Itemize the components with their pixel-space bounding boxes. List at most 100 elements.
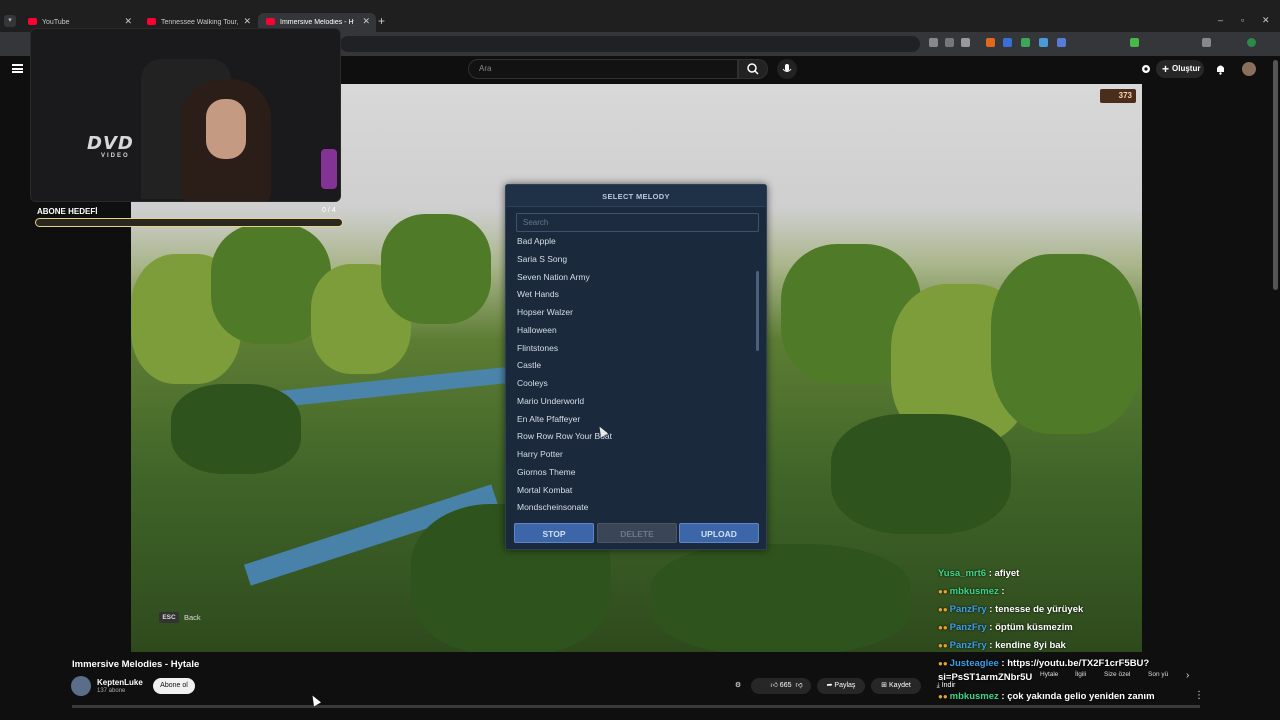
melody-item[interactable]: Mario Underworld	[517, 393, 757, 411]
new-tab-icon[interactable]: +	[378, 14, 385, 28]
close-icon[interactable]: ✕	[362, 16, 370, 27]
melody-item[interactable]: Castle	[517, 357, 757, 375]
chat-text: : https://youtu.be/TX2F1crF5BU?	[998, 658, 1150, 669]
melody-item[interactable]: Bad Apple	[517, 233, 757, 251]
gear-icon[interactable]: ⚙	[730, 678, 746, 694]
thumbs-down-icon: 👎︎	[795, 682, 803, 689]
right-rail-tab-related[interactable]: İlgili	[1075, 671, 1086, 678]
subscribe-button[interactable]: Abone ol	[153, 678, 195, 694]
right-rail-tab-recent[interactable]: Son yü	[1148, 671, 1168, 678]
chevron-right-icon[interactable]: ›	[1186, 670, 1189, 681]
channel-avatar[interactable]	[71, 676, 91, 696]
chat-badge-icon: ●●	[938, 659, 948, 668]
hamburger-menu-icon[interactable]	[12, 64, 23, 73]
search-button[interactable]	[738, 59, 768, 79]
chat-text: : afiyet	[986, 568, 1020, 579]
melody-item[interactable]: Cooleys	[517, 375, 757, 393]
close-window-icon[interactable]: ✕	[1262, 15, 1270, 26]
melody-item[interactable]: Wet Hands	[517, 286, 757, 304]
tab-label: Tennessee Walking Tour, USA ...	[161, 19, 239, 26]
account-avatar[interactable]	[1242, 62, 1256, 76]
chat-message: ●● PanzFry : kendine 8yi bak	[938, 640, 1066, 651]
page-scrollbar[interactable]	[1273, 60, 1278, 290]
dvd-logo: DVD	[87, 133, 134, 154]
extension-icon[interactable]	[929, 38, 938, 47]
melody-item[interactable]: Flintstones	[517, 340, 757, 358]
extension-icon[interactable]	[1003, 38, 1012, 47]
right-rail-tab-hytale[interactable]: Hytale	[1040, 671, 1058, 678]
profile-icon[interactable]	[1247, 38, 1256, 47]
chat-badge-icon: ●●	[938, 623, 948, 632]
bookmark-star-icon[interactable]	[961, 38, 970, 47]
melody-item[interactable]: Saria S Song	[517, 251, 757, 269]
melody-item[interactable]: Row Row Row Your Boat	[517, 428, 757, 446]
right-rail-tab-for-you[interactable]: Size özel	[1104, 671, 1130, 678]
tree	[381, 214, 491, 324]
minimize-icon[interactable]: –	[1218, 15, 1223, 25]
save-label: Kaydet	[889, 682, 911, 689]
chat-message: ●● PanzFry : tenesse de yürüyek	[938, 604, 1083, 615]
notifications-bell-icon[interactable]	[1215, 63, 1226, 75]
settings-gear-icon[interactable]	[1140, 63, 1152, 75]
share-button[interactable]: ➦ Paylaş	[817, 678, 865, 694]
melody-list-scrollbar[interactable]	[756, 271, 759, 351]
chat-username: Yusa_mrt6	[938, 568, 987, 579]
url-field[interactable]	[340, 36, 920, 52]
extension-icon[interactable]	[1130, 38, 1139, 47]
close-icon[interactable]: ✕	[124, 16, 132, 27]
tree	[991, 254, 1141, 434]
melody-item[interactable]: En Alte Pfaffeyer	[517, 411, 757, 429]
close-icon[interactable]: ✕	[243, 16, 251, 27]
chat-text: : öptüm küsmezim	[986, 622, 1073, 633]
tab-search-icon[interactable]: ▾	[4, 15, 16, 27]
streamer-face	[206, 99, 246, 159]
extension-icon[interactable]	[986, 38, 995, 47]
chat-message: Yusa_mrt6 : afiyet	[938, 568, 1019, 579]
subscriber-goal-label: ABONE HEDEFİ	[37, 207, 98, 216]
melody-item[interactable]: Mortal Kombat	[517, 482, 757, 500]
upload-button[interactable]: UPLOAD	[679, 523, 759, 543]
extension-icon[interactable]	[1039, 38, 1048, 47]
melody-search-input[interactable]: Search	[516, 213, 759, 232]
select-melody-dialog: SELECT MELODY Search Bad Apple Saria S So…	[505, 184, 767, 550]
save-button[interactable]: ⊞ Kaydet	[871, 678, 921, 694]
channel-name[interactable]: KeptenLuke	[97, 678, 143, 687]
more-options-icon[interactable]: ⋮	[1194, 690, 1204, 701]
tab-label: Immersive Melodies - Hytal	[280, 19, 354, 26]
subscriber-goal-progress-bar	[35, 218, 343, 227]
rgb-light	[321, 149, 337, 189]
melody-item[interactable]: Harry Potter	[517, 446, 757, 464]
chat-message: ●● Justeaglee : https://youtu.be/TX2F1crF…	[938, 658, 1149, 669]
stop-button[interactable]: STOP	[514, 523, 594, 543]
melody-item[interactable]: Giornos Theme	[517, 464, 757, 482]
chat-username: PanzFry	[949, 622, 987, 633]
chat-message: ●● mbkusmez : çok yakında gelio yeniden z…	[938, 691, 1155, 702]
extensions-puzzle-icon[interactable]	[1202, 38, 1211, 47]
extension-icon[interactable]	[1057, 38, 1066, 47]
melody-item[interactable]: Seven Nation Army	[517, 269, 757, 287]
video-progress-bar[interactable]	[72, 705, 1200, 708]
extension-icon[interactable]	[945, 38, 954, 47]
chat-message: ●● PanzFry : öptüm küsmezim	[938, 622, 1073, 633]
youtube-favicon-icon	[28, 18, 37, 25]
download-label: İndir	[941, 682, 956, 689]
thumbs-up-icon: 👍︎	[770, 682, 778, 689]
back-hint-label: Back	[184, 613, 201, 622]
download-button[interactable]: ⤓ İndir	[928, 678, 964, 694]
melody-item[interactable]: Mondscheinsonate	[517, 499, 757, 515]
extension-icon[interactable]	[1021, 38, 1030, 47]
chat-username: PanzFry	[949, 640, 987, 651]
subscriber-goal-count: 0 / 4	[322, 207, 336, 214]
melody-item[interactable]: Hopser Walzer	[517, 304, 757, 322]
dialog-title: SELECT MELODY	[602, 192, 670, 201]
search-input[interactable]: Ara	[468, 59, 738, 79]
create-button[interactable]: Oluştur	[1156, 60, 1204, 78]
voice-search-button[interactable]	[777, 59, 797, 79]
chat-text: :	[998, 586, 1005, 597]
maximize-icon[interactable]: ▫	[1241, 15, 1244, 25]
chat-text: : çok yakında gelio yeniden zanım	[998, 691, 1155, 702]
dislike-button[interactable]: 👎︎	[788, 678, 810, 694]
delete-button[interactable]: DELETE	[597, 523, 677, 543]
melody-item[interactable]: Halloween	[517, 322, 757, 340]
view-count-badge: 373	[1100, 89, 1136, 103]
